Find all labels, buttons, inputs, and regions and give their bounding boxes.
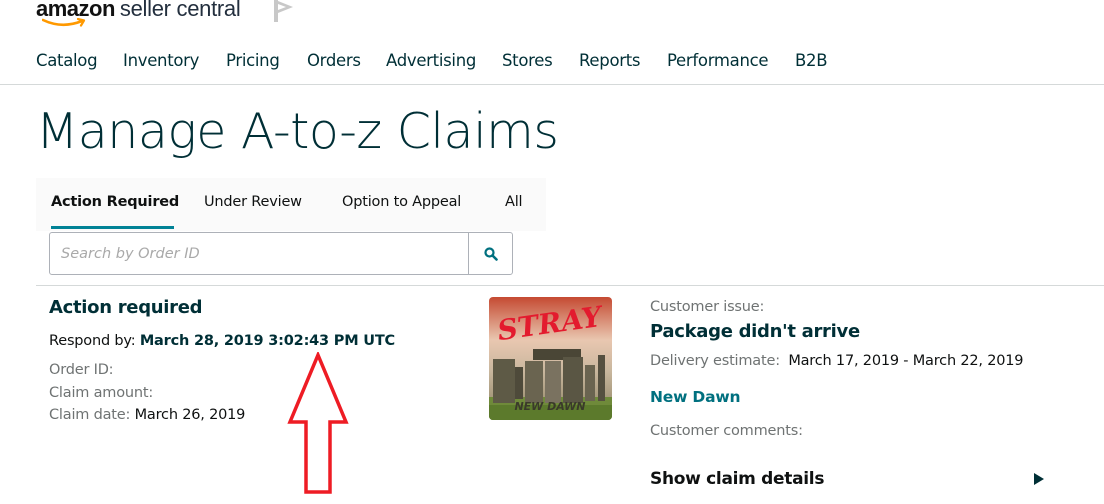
nav-item-advertising[interactable]: Advertising: [386, 51, 476, 70]
customer-issue-label: Customer issue:: [650, 299, 765, 315]
nav-item-stores[interactable]: Stores: [502, 51, 553, 70]
product-image[interactable]: NEW DAWN STRAY: [489, 297, 612, 420]
nav-item-reports[interactable]: Reports: [579, 51, 641, 70]
order-id-label: Order ID:: [49, 362, 114, 378]
customer-comments-label: Customer comments:: [650, 423, 803, 439]
claim-amount-label: Claim amount:: [49, 385, 154, 401]
tab-under-review[interactable]: Under Review: [204, 194, 302, 210]
nav-item-performance[interactable]: Performance: [667, 51, 769, 70]
respond-by-row: Respond by: March 28, 2019 3:02:43 PM UT…: [49, 333, 395, 349]
tab-option-to-appeal[interactable]: Option to Appeal: [342, 194, 461, 210]
amazon-seller-central-logo[interactable]: amazon seller central: [36, 0, 241, 30]
active-tab-indicator: [51, 226, 174, 229]
product-title-link[interactable]: New Dawn: [650, 388, 740, 406]
logo-product: seller central: [119, 0, 241, 21]
tab-action-required[interactable]: Action Required: [51, 194, 179, 210]
search-icon: [483, 246, 498, 261]
claim-date-row: Claim date: March 26, 2019: [49, 407, 245, 423]
claim-amount-row: Claim amount:: [49, 385, 153, 401]
divider: [36, 285, 1104, 286]
search-button[interactable]: [468, 233, 512, 274]
delivery-estimate-row: Delivery estimate: March 17, 2019 - Marc…: [650, 353, 1024, 369]
annotation-arrow-up-icon: [287, 352, 349, 494]
nav-item-pricing[interactable]: Pricing: [226, 51, 280, 70]
nav-item-inventory[interactable]: Inventory: [123, 51, 199, 70]
tab-all[interactable]: All: [505, 194, 523, 210]
claims-tabs: Action Required Under Review Option to A…: [36, 178, 546, 231]
claim-date-value: March 26, 2019: [134, 407, 246, 423]
customer-issue-value: Package didn't arrive: [650, 321, 860, 342]
delivery-estimate-label: Delivery estimate:: [650, 353, 780, 369]
show-claim-details-toggle[interactable]: Show claim details: [650, 467, 1044, 491]
amazon-smile-icon: [42, 18, 86, 27]
search-input[interactable]: [50, 233, 468, 274]
show-claim-details-label: Show claim details: [650, 469, 825, 489]
flag-icon[interactable]: [272, 0, 294, 22]
respond-by-label: Respond by:: [49, 333, 136, 349]
triangle-right-icon: [1034, 473, 1044, 485]
delivery-estimate-value: March 17, 2019 - March 22, 2019: [788, 353, 1024, 369]
order-id-row: Order ID:: [49, 362, 114, 378]
main-nav: Catalog Inventory Pricing Orders Adverti…: [0, 44, 1104, 85]
respond-by-value: March 28, 2019 3:02:43 PM UTC: [139, 333, 395, 349]
page-title: Manage A-to-z Claims: [36, 103, 559, 160]
claim-status-title: Action required: [49, 297, 203, 318]
nav-item-catalog[interactable]: Catalog: [36, 51, 98, 70]
order-search: [49, 232, 513, 275]
nav-item-orders[interactable]: Orders: [307, 51, 361, 70]
album-cover-art: NEW DAWN STRAY: [489, 297, 612, 420]
claim-date-label: Claim date:: [49, 407, 131, 423]
album-title-art: NEW DAWN: [514, 400, 585, 413]
nav-item-b2b[interactable]: B2B: [795, 51, 828, 70]
